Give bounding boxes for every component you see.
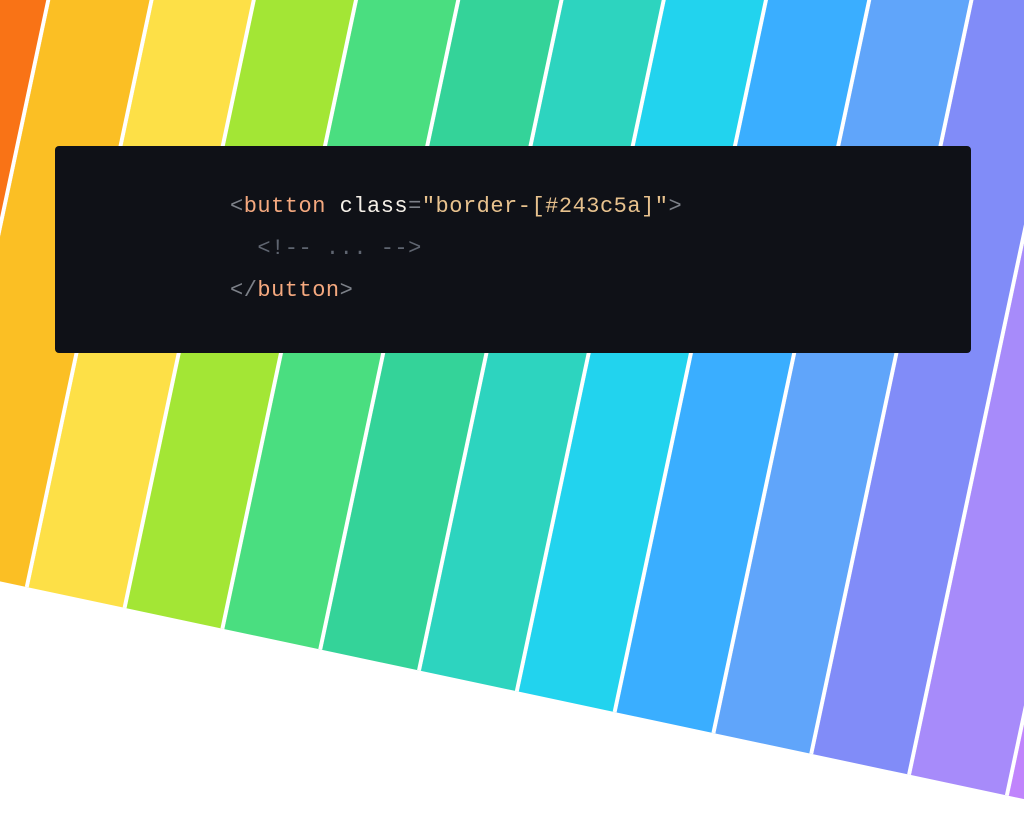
token-tag: button — [257, 278, 339, 303]
code-block: <button class="border-[#243c5a]"> <!-- .… — [55, 146, 971, 353]
token-tag: button — [244, 194, 326, 219]
token-comment-open: <!-- — [257, 236, 312, 261]
token-attr: class — [340, 194, 409, 219]
code-line-2: <!-- ... --> — [230, 228, 971, 270]
token-bracket: > — [668, 194, 682, 219]
token-bracket: < — [230, 194, 244, 219]
token-space — [326, 194, 340, 219]
token-comment-close: --> — [381, 236, 422, 261]
token-indent — [230, 236, 257, 261]
token-equals: = — [408, 194, 422, 219]
rainbow-background — [0, 0, 1024, 837]
token-bracket: > — [340, 278, 354, 303]
token-string: "border-[#243c5a]" — [422, 194, 669, 219]
token-bracket: </ — [230, 278, 257, 303]
code-line-1: <button class="border-[#243c5a]"> — [230, 186, 971, 228]
code-line-3: </button> — [230, 270, 971, 312]
token-comment-content: ... — [312, 236, 381, 261]
